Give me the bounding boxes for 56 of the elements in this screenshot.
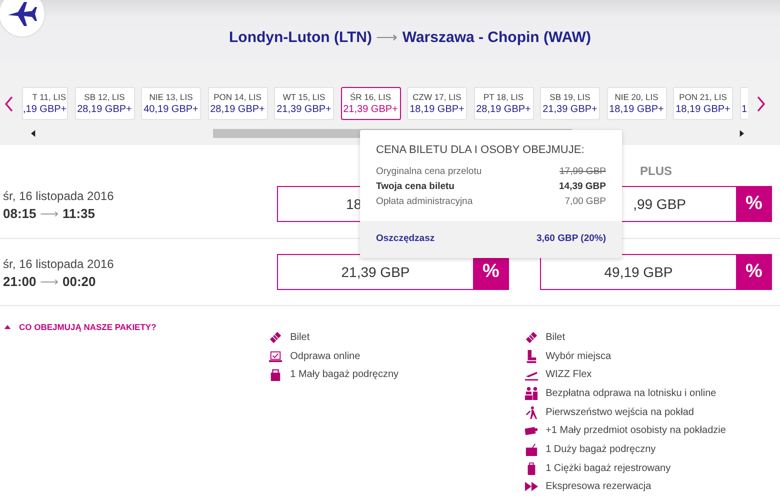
discount-badge[interactable]: % [736,254,772,290]
fare-button[interactable]: 49,19 GBP % [540,254,772,290]
package-feature: 1 Duży bagaż podręczny [546,444,656,455]
people-icon [524,386,538,400]
package-feature: +1 Mały przedmiot osobisty na pokładzie [546,425,726,436]
discount-badge[interactable]: % [736,186,772,222]
date-card[interactable]: 1 [740,87,748,120]
price-value: 17,99 GBP [560,166,606,177]
small-bag-icon [524,424,538,438]
scroll-left-icon[interactable] [31,130,36,136]
walking-person-icon [524,406,538,419]
ticket-icon [269,330,282,344]
price-value: 7,00 GBP [564,196,606,207]
price-label: Oryginalna cena przelotu [376,166,482,177]
package-feature: Bilet [546,332,566,343]
date-card[interactable]: PT 18, LIS 28,19 GBP+ [474,87,534,120]
date-card[interactable]: CZW 17, LIS 18,19 GBP+ [407,87,467,120]
package-feature: Ekspresowa rezerwacja [546,481,652,492]
savings-row: Oszczędzasz 3,60 GBP (20%) [360,221,622,258]
tooltip-title: CENA BILETU DLA I OSOBY OBEJMUJE: [375,143,586,158]
flight-times: 21:00 ⟶ 00:20 [3,274,97,289]
packages-toggle[interactable]: CO OBEJMUJĄ NASZE PAKIETY? [0,322,270,332]
trolley-case-icon [524,442,538,456]
caret-icon[interactable] [4,325,11,329]
flight-times: 08:15 ⟶ 11:35 [3,206,96,221]
column-header: PLUS [640,164,672,178]
package-feature: 1 Ciężki bagaż rejestrowany [546,462,671,474]
date-card[interactable]: T 11, LIS ,19 GBP+ [22,87,68,120]
route-title: Londyn-Luton (LTN) ⟶ Warszawa - Chopin (WAW) [228,28,591,46]
bag-icon [269,368,282,382]
date-card[interactable]: SB 12, LIS 28,19 GBP+ [74,87,134,120]
package-feature: Bilet [290,332,310,343]
fast-forward-icon [524,480,538,494]
package-feature: WIZZ Flex [546,369,592,380]
package-feature: Wybór miejsca [546,350,612,362]
price-label: Opłata administracyjna [376,196,473,207]
date-card[interactable]: NIE 20, LIS 18,19 GBP+ [606,87,666,120]
plane-icon[interactable] [0,0,46,38]
date-card[interactable]: NIE 13, LIS 40,19 GBP+ [141,87,201,120]
package-feature: 1 Mały bagaż podręczny [290,369,399,380]
date-card[interactable]: SB 19, LIS 21,39 GBP+ [540,87,600,120]
date-card[interactable]: PON 14, LIS 28,19 GBP+ [208,87,268,120]
ticket-icon [524,330,538,344]
package-feature: Pierwszeństwo wejścia na pokład [546,406,694,418]
laptop-icon [269,350,282,363]
flight-date: śr, 16 listopada 2016 [3,257,115,271]
date-card[interactable]: ŚR 16, LIS 21,39 GBP+ [340,87,400,120]
package-feature: Bezpłatna odprawa na lotnisku i online [546,388,716,399]
price-label: Twoja cena biletu [376,181,454,192]
scroll-right-icon[interactable] [739,130,744,136]
fare-button[interactable]: 21,39 GBP % [277,254,509,290]
flight-date: śr, 16 listopada 2016 [3,189,115,203]
date-card[interactable]: PON 21, LIS 18,19 GBP+ [673,87,733,120]
package-feature: Odprawa online [290,350,360,362]
seat-icon [524,350,538,363]
date-card[interactable]: WT 15, LIS 21,39 GBP+ [274,87,334,120]
